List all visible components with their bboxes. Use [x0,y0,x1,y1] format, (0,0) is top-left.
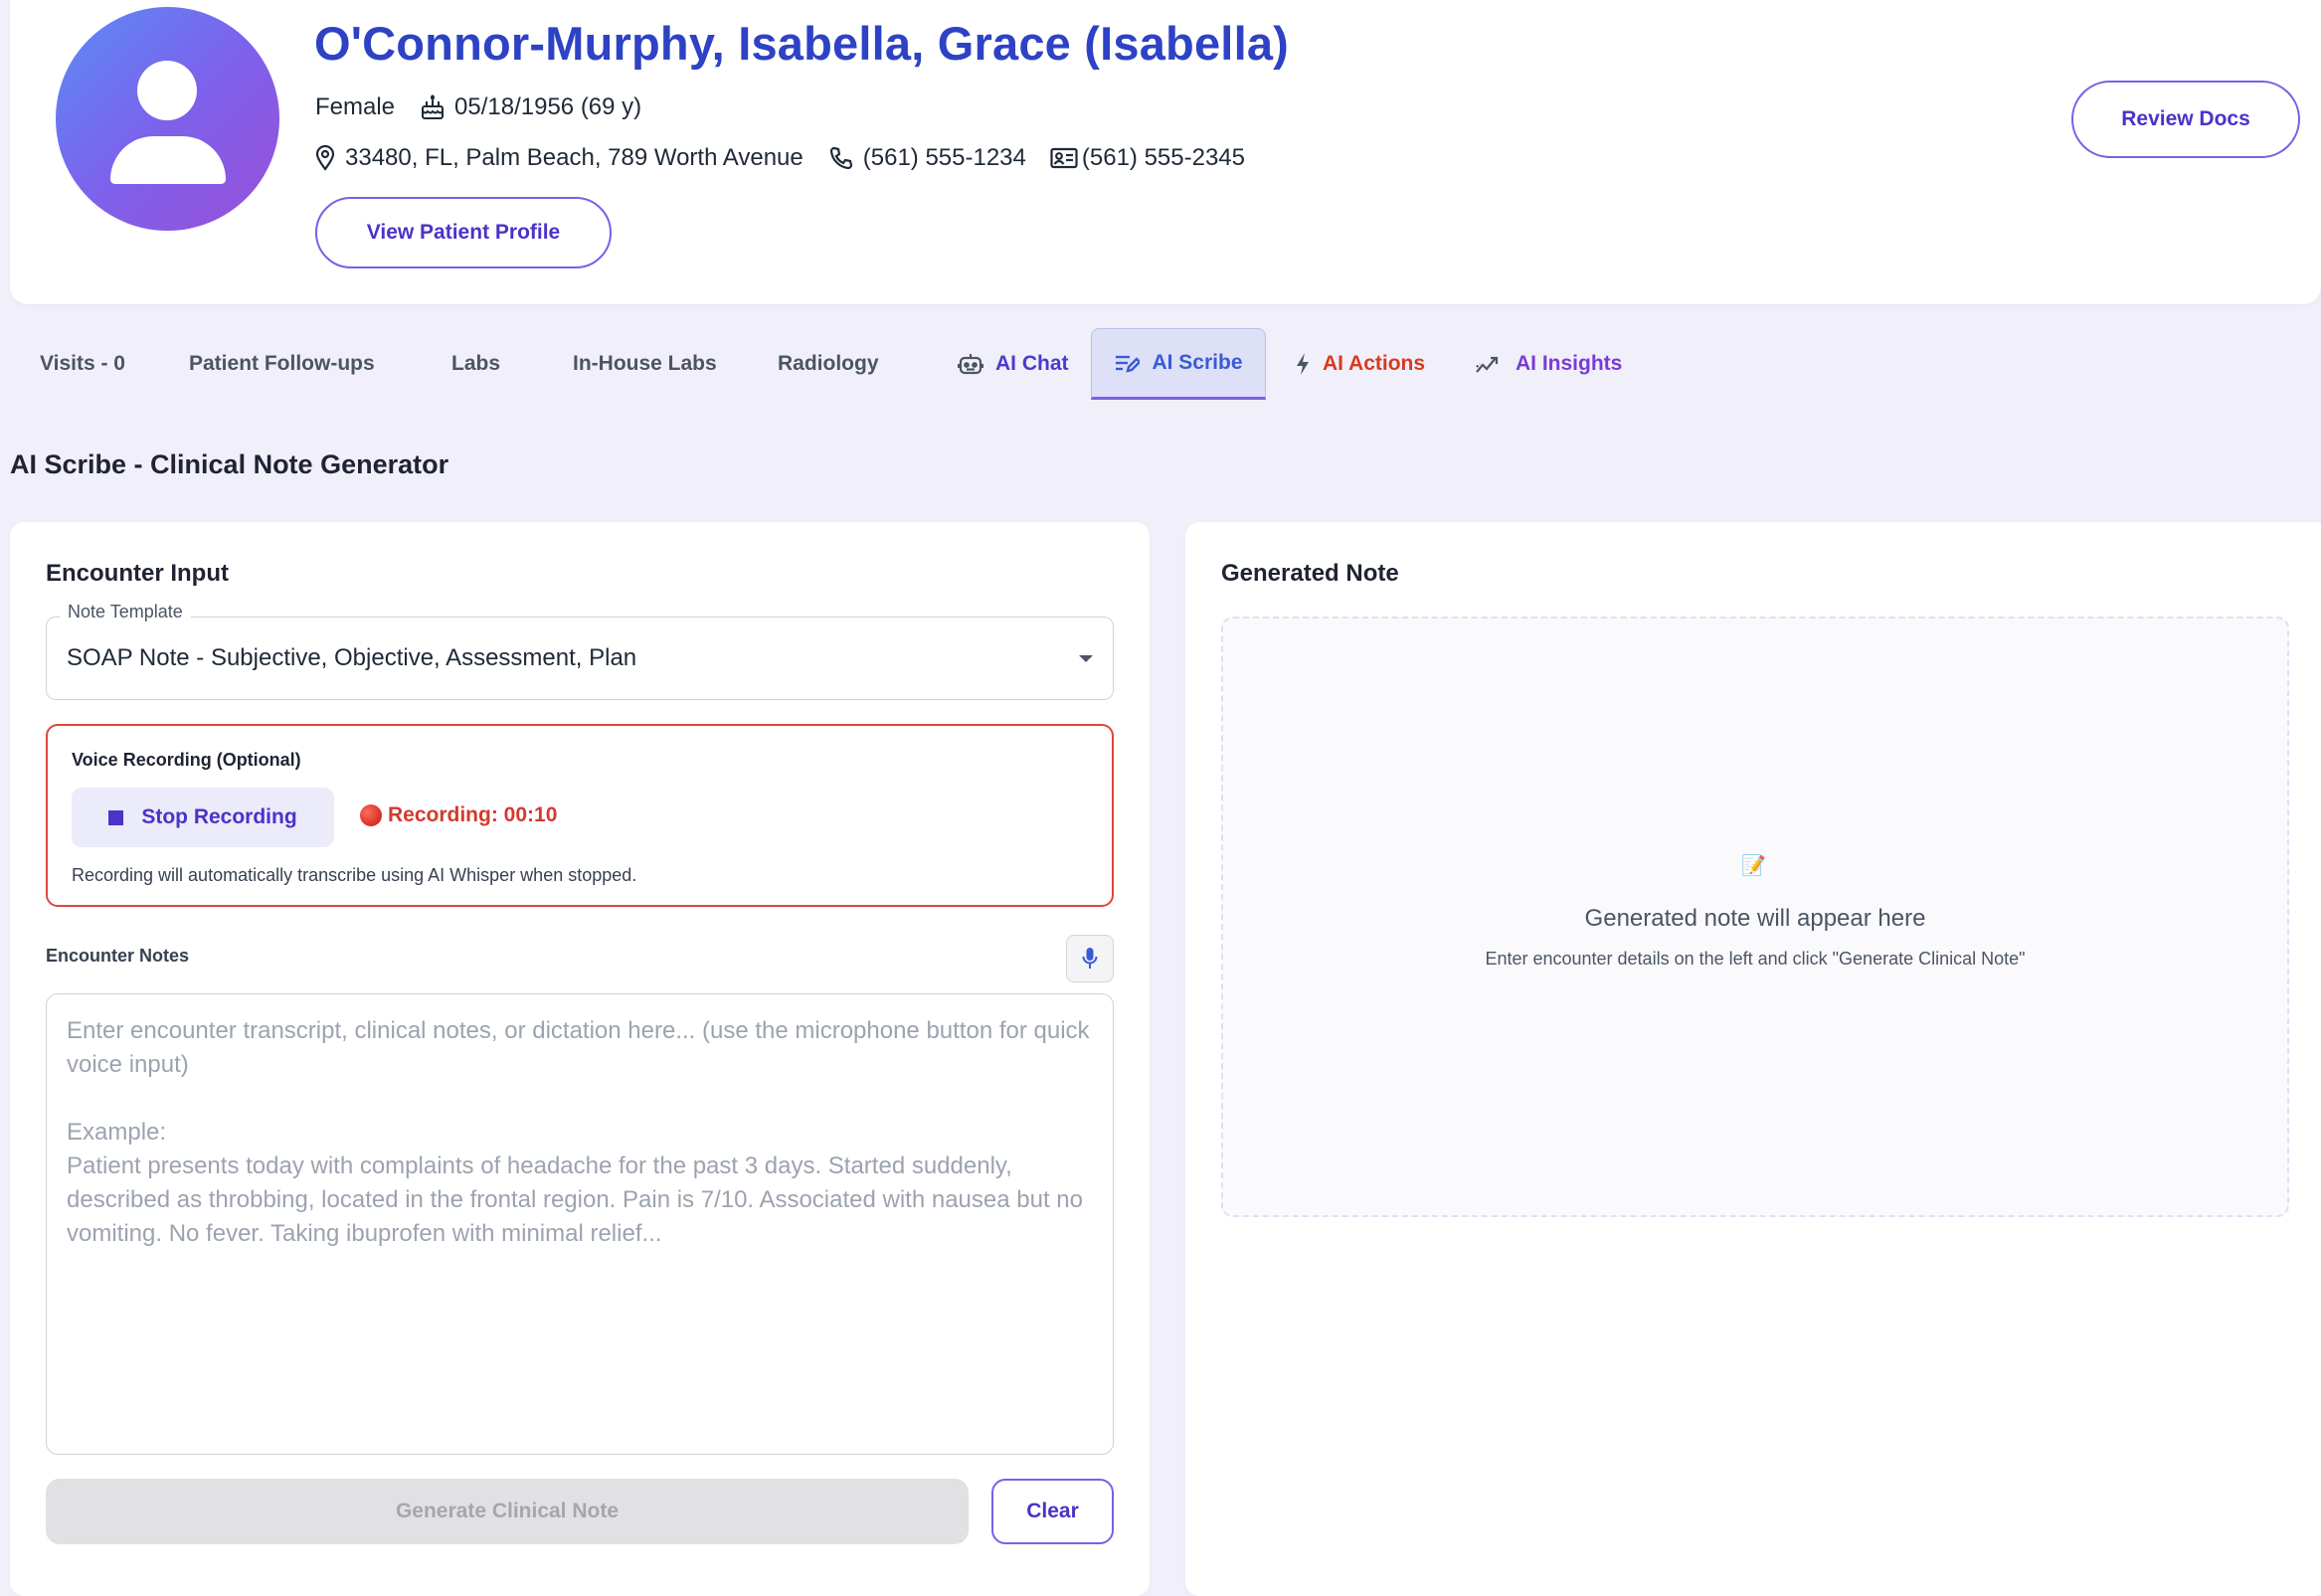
edit-lines-icon [1114,352,1141,374]
stop-icon [108,809,124,825]
recording-dot-icon [360,804,382,826]
stop-recording-label: Stop Recording [141,805,297,828]
avatar-head-shape [137,61,197,120]
trend-icon [1476,354,1504,374]
patient-tabs: Visits - 0 Patient Follow-ups Labs In-Ho… [0,328,2321,404]
tab-label: AI Insights [1516,352,1623,375]
tab-ai-actions[interactable]: AI Actions [1295,328,1425,400]
patient-demographics-row: Female 05/18/1956 (69 y) [315,93,641,121]
microphone-icon [1082,947,1098,971]
tab-label: In-House Labs [573,352,717,375]
tab-label: AI Chat [995,352,1069,375]
tab-in-house-labs[interactable]: In-House Labs [573,328,717,400]
contact-card-icon [1050,146,1078,170]
bolt-icon [1295,352,1311,376]
tab-ai-insights[interactable]: AI Insights [1476,328,1622,400]
encounter-input-title: Encounter Input [46,560,229,587]
patient-header-card: O'Connor-Murphy, Isabella, Grace (Isabel… [10,0,2321,304]
encounter-notes-textarea[interactable]: Enter encounter transcript, clinical not… [46,993,1114,1455]
review-docs-button[interactable]: Review Docs [2071,81,2300,158]
patient-phone: (561) 555-1234 [862,144,1026,171]
tab-label: Radiology [778,352,879,375]
tab-label: Patient Follow-ups [189,352,375,375]
tab-labs[interactable]: Labs [451,328,500,400]
patient-dob: 05/18/1956 (69 y) [454,93,642,120]
stop-recording-button[interactable]: Stop Recording [72,788,334,847]
voice-recording-section: Voice Recording (Optional) Stop Recordin… [46,724,1114,907]
tab-radiology[interactable]: Radiology [778,328,879,400]
patient-gender: Female [315,93,396,120]
phone-icon [829,146,853,170]
recording-timer: Recording: 00:10 [388,803,558,826]
placeholder-subtitle: Enter encounter details on the left and … [1485,949,2026,969]
clear-button[interactable]: Clear [991,1479,1114,1544]
note-template-label: Note Template [60,602,191,622]
tab-label: AI Scribe [1152,351,1243,374]
generated-note-title: Generated Note [1221,560,1399,587]
recording-status: Recording: 00:10 [360,803,557,827]
voice-recording-hint: Recording will automatically transcribe … [72,865,637,885]
patient-address: 33480, FL, Palm Beach, 789 Worth Avenue [345,144,803,171]
tab-patient-follow-ups[interactable]: Patient Follow-ups [189,328,375,400]
memo-icon: 📝 [1741,855,1766,877]
generate-clinical-note-button[interactable]: Generate Clinical Note [46,1479,969,1544]
placeholder-title: Generated note will appear here [1584,905,1926,932]
tab-ai-scribe[interactable]: AI Scribe [1091,328,1266,400]
generated-note-panel: Generated Note 📝 Generated note will app… [1185,522,2321,1596]
tab-label: Labs [451,352,501,375]
encounter-input-panel: Encounter Input SOAP Note - Subjective, … [10,522,1150,1596]
view-patient-profile-button[interactable]: View Patient Profile [315,197,612,268]
generated-note-placeholder: 📝 Generated note will appear here Enter … [1221,617,2289,1217]
voice-recording-label: Voice Recording (Optional) [72,750,301,770]
birthday-cake-icon [421,94,445,120]
tab-visits[interactable]: Visits - 0 [40,328,125,400]
microphone-button[interactable] [1066,935,1114,982]
avatar-body-shape [110,136,226,184]
patient-name: O'Connor-Murphy, Isabella, Grace (Isabel… [314,17,1290,70]
patient-contact-row: 33480, FL, Palm Beach, 789 Worth Avenue … [315,144,1245,172]
caret-down-icon [1079,655,1093,662]
tab-label: AI Actions [1323,352,1426,375]
section-title: AI Scribe - Clinical Note Generator [10,449,449,479]
tab-label: Visits - 0 [40,352,125,375]
encounter-notes-label: Encounter Notes [46,946,190,966]
patient-fax: (561) 555-2345 [1081,144,1245,171]
avatar [56,7,279,231]
note-template-select[interactable]: SOAP Note - Subjective, Objective, Asses… [46,617,1114,700]
tab-ai-chat[interactable]: AI Chat [958,328,1069,400]
location-pin-icon [315,145,335,171]
note-template-value: SOAP Note - Subjective, Objective, Asses… [67,644,637,671]
robot-icon [958,352,983,376]
